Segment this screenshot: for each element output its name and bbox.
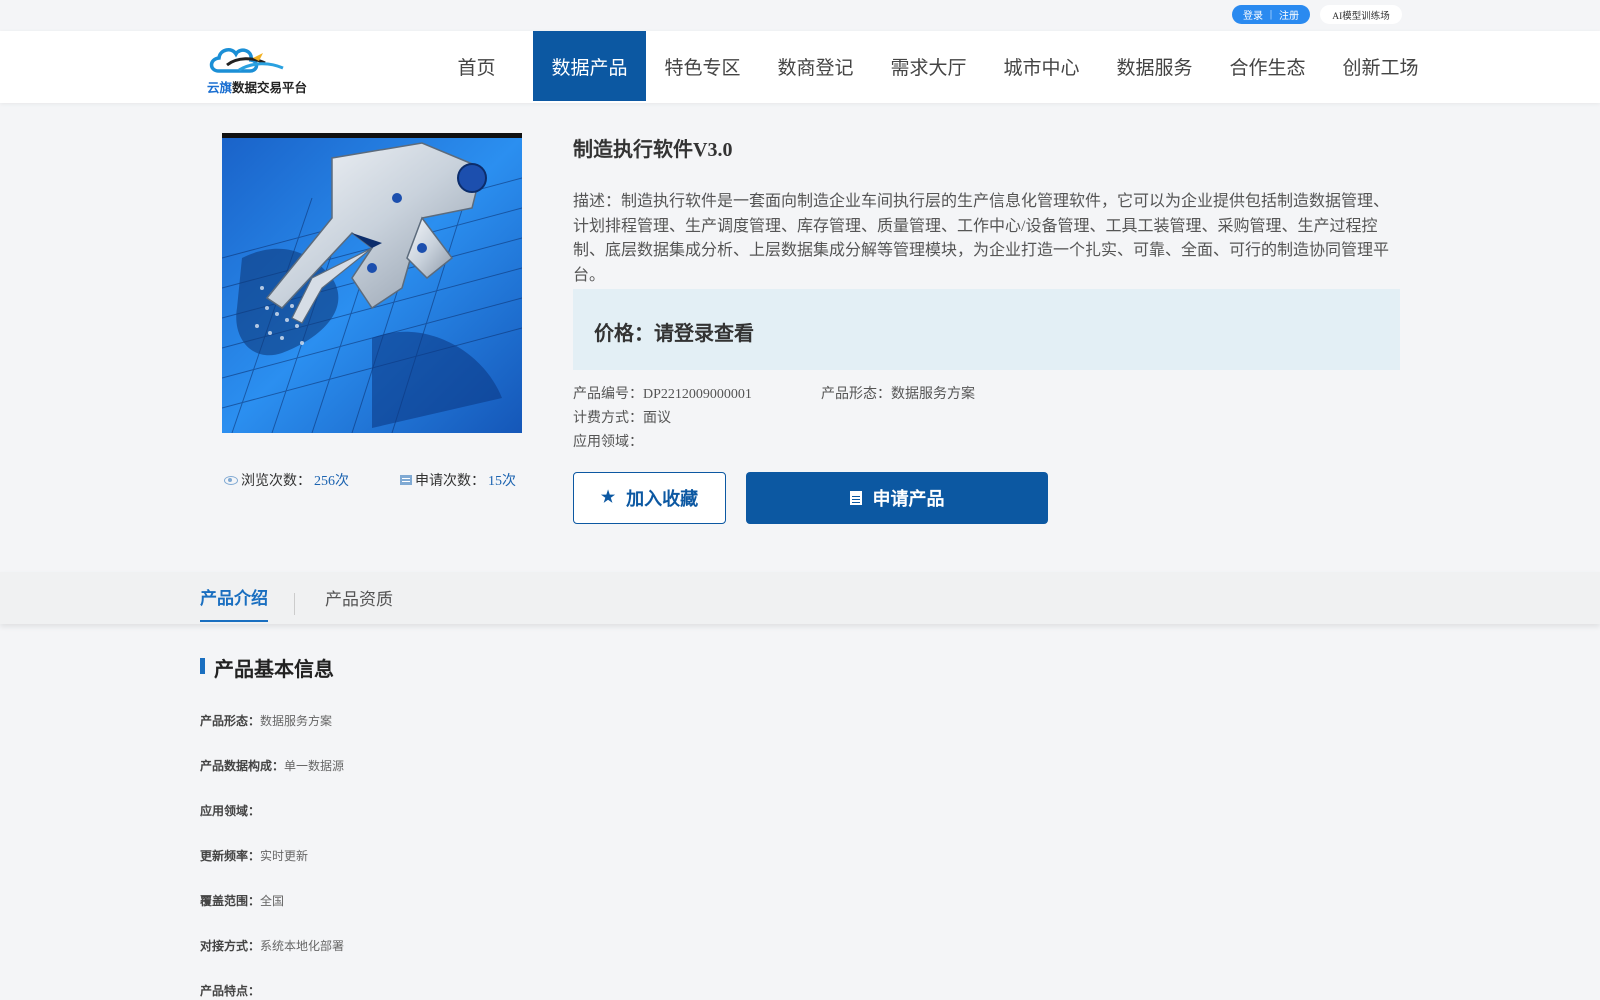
info-row-key: 应用领域：: [200, 804, 261, 818]
nav-item-7[interactable]: 合作生态: [1211, 31, 1324, 101]
auth-pill: 登录 | 注册: [1232, 5, 1310, 24]
info-row-value: 全国: [260, 894, 285, 908]
view-count: 浏览次数： 256次: [224, 470, 349, 490]
product-code: 产品编号：DP2212009000001: [573, 387, 752, 402]
nav-item-2[interactable]: 特色专区: [646, 31, 759, 101]
tab-product-intro[interactable]: 产品介绍: [200, 572, 268, 622]
product-description: 描述：制造执行软件是一套面向制造企业车间执行层的生产信息化管理软件，它可以为企业…: [573, 193, 1390, 284]
view-count-label: 浏览次数：: [241, 474, 311, 489]
info-row-value: 系统本地化部署: [260, 939, 345, 953]
eye-icon: [224, 475, 238, 485]
info-row: 对接方式：系统本地化部署: [200, 937, 344, 954]
billing-method: 计费方式：面议: [573, 411, 671, 426]
section-marker: [200, 658, 205, 674]
apply-count-value: 15次: [488, 474, 516, 489]
info-row-key: 产品特点：: [200, 984, 261, 998]
info-row-key: 产品数据构成：: [200, 759, 285, 773]
info-row: 产品特点：: [200, 982, 260, 999]
site-logo[interactable]: 云旗数据交易平台: [205, 41, 307, 96]
cloud-logo-icon: [209, 48, 284, 73]
product-stats: 浏览次数： 256次 申请次数： 15次: [224, 470, 524, 490]
robot-hand-illustration: [222, 138, 522, 433]
star-icon: ★: [600, 489, 616, 506]
main-header: 云旗数据交易平台 首页 数据产品 特色专区 数商登记 需求大厅 城市中心 数据服务 合作生态创…: [0, 31, 1600, 103]
tab-divider: [294, 593, 295, 615]
document-icon: [400, 475, 412, 485]
info-row: 覆盖范围：全国: [200, 892, 284, 909]
register-link[interactable]: 注册: [1279, 7, 1299, 22]
add-favorite-button[interactable]: ★ 加入收藏: [573, 472, 726, 524]
price-text: 价格：请登录查看: [594, 323, 754, 345]
info-row-key: 更新频率：: [200, 849, 261, 863]
product-image: [222, 133, 522, 433]
top-utility-bar: 登录 | 注册 AI模型训练场: [0, 0, 1600, 31]
detail-tabs: 产品介绍 产品资质: [0, 572, 1600, 624]
apply-product-label: 申请产品: [872, 489, 945, 509]
product-form: 产品形态：数据服务方案: [821, 387, 975, 402]
nav-item-4[interactable]: 需求大厅: [872, 31, 985, 101]
logo-brand: 云旗: [207, 81, 233, 95]
info-row-value: 数据服务方案: [260, 714, 333, 728]
file-icon: [849, 491, 862, 505]
apply-count-label: 申请次数：: [415, 474, 485, 489]
nav-item-0[interactable]: 首页: [420, 31, 533, 101]
apply-product-button[interactable]: 申请产品: [746, 472, 1048, 524]
view-count-value: 256次: [314, 474, 349, 489]
auth-separator: |: [1269, 9, 1272, 20]
logo-text: 云旗数据交易平台: [207, 77, 307, 96]
info-row: 产品数据构成：单一数据源: [200, 757, 344, 774]
nav-item-8[interactable]: 创新工场: [1324, 31, 1437, 101]
application-domain: 应用领域：: [573, 435, 643, 450]
basic-info-heading: 产品基本信息: [214, 659, 334, 681]
apply-count: 申请次数： 15次: [400, 470, 516, 490]
info-row: 更新频率：实时更新: [200, 847, 308, 864]
nav-item-5[interactable]: 城市中心: [985, 31, 1098, 101]
tab-product-qualification[interactable]: 产品资质: [325, 572, 393, 622]
main-nav: 首页 数据产品 特色专区 数商登记 需求大厅 城市中心 数据服务 合作生态 创新工场: [420, 31, 1437, 103]
info-row-key: 对接方式：: [200, 939, 261, 953]
info-row-value: 实时更新: [260, 849, 309, 863]
price-box: 价格：请登录查看: [573, 289, 1400, 370]
login-link[interactable]: 登录: [1243, 7, 1263, 22]
logo-subtitle: 数据交易平台: [232, 81, 308, 95]
info-row-key: 覆盖范围：: [200, 894, 261, 908]
info-row-key: 产品形态：: [200, 714, 261, 728]
info-row: 应用领域：: [200, 802, 260, 819]
nav-item-6[interactable]: 数据服务: [1098, 31, 1211, 101]
ai-training-link[interactable]: AI模型训练场: [1320, 5, 1402, 24]
nav-item-3[interactable]: 数商登记: [759, 31, 872, 101]
info-row: 产品形态：数据服务方案: [200, 712, 332, 729]
nav-item-1[interactable]: 数据产品: [533, 31, 646, 101]
product-title: 制造执行软件V3.0: [573, 139, 733, 161]
add-favorite-label: 加入收藏: [626, 489, 699, 509]
info-row-value: 单一数据源: [284, 759, 345, 773]
